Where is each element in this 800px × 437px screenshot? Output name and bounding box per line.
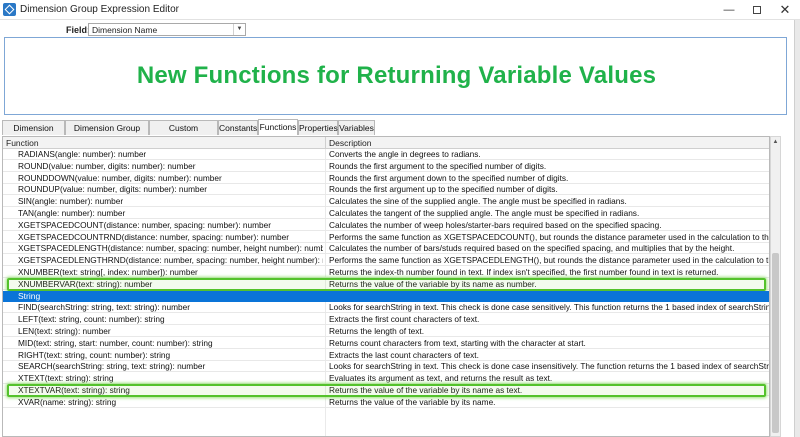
table-row[interactable]: ROUND(value: number, digits: number): nu… [3, 161, 769, 172]
function-signature: XNUMBER(text: string[, index: number]): … [18, 267, 198, 277]
table-row[interactable]: XNUMBER(text: string[, index: number]): … [3, 267, 769, 278]
tab-functions[interactable]: Functions [258, 119, 298, 135]
table-row[interactable]: RIGHT(text: string, count: number): stri… [3, 350, 769, 361]
field-label: Field: [66, 25, 90, 35]
table-row[interactable]: SEARCH(searchString: string, text: strin… [3, 361, 769, 373]
close-button[interactable]: ✕ [771, 0, 799, 20]
chevron-down-icon[interactable]: ▼ [233, 24, 245, 35]
table-row[interactable]: XGETSPACEDLENGTHRND(distance: number, sp… [3, 255, 769, 267]
function-signature: RADIANS(angle: number): number [18, 149, 147, 159]
table-row[interactable]: ROUNDDOWN(value: number, digits: number)… [3, 173, 769, 184]
function-description: Looks for searchString in text. This che… [329, 361, 769, 372]
expression-editor[interactable]: New Functions for Returning Variable Val… [4, 37, 787, 115]
column-header-function[interactable]: Function [6, 138, 39, 148]
table-row[interactable]: FIND(searchString: string, text: string)… [3, 302, 769, 314]
function-signature: ROUNDDOWN(value: number, digits: number)… [18, 172, 222, 183]
table-row[interactable]: XGETSPACEDLENGTH(distance: number, spaci… [3, 243, 769, 255]
table-row[interactable]: MID(text: string, start: number, count: … [3, 338, 769, 349]
table-row[interactable]: XVAR(name: string): string Returns the va… [3, 397, 769, 408]
table-row[interactable]: XTEXT(text: string): string Evaluates its… [3, 373, 769, 385]
scroll-up-icon[interactable]: ▲ [771, 139, 780, 145]
function-description: Evaluates its argument as text, and retu… [329, 373, 553, 384]
function-description: Converts the angle in degrees to radians… [329, 149, 481, 159]
vertical-scrollbar[interactable]: ▲ [770, 136, 781, 437]
function-signature: FIND(searchString: string, text: string)… [18, 302, 190, 313]
function-signature: LEFT(text: string, count: number): strin… [18, 314, 165, 325]
table-row[interactable]: XGETSPACEDCOUNTRND(distance: number, spa… [3, 232, 769, 243]
function-description: Rounds the first argument to the specifi… [329, 160, 547, 171]
highlight-outline [7, 277, 766, 291]
table-row[interactable]: RADIANS(angle: number): number Converts t… [3, 149, 769, 160]
table-row[interactable]: ROUNDUP(value: number, digits: number): … [3, 184, 769, 196]
table-row[interactable]: TAN(angle: number): number Calculates the… [3, 208, 769, 219]
function-description: Calculates the tangent of the supplied a… [329, 208, 640, 218]
function-signature: SIN(angle: number): number [18, 196, 124, 207]
tab-variables[interactable]: Variables [338, 120, 375, 135]
function-description: Performs the same function as XGETSPACED… [329, 255, 769, 266]
table-row[interactable]: SIN(angle: number): number Calculates the… [3, 196, 769, 208]
functions-grid[interactable]: Function Description RADIANS(angle: numb… [2, 136, 770, 437]
function-description: Returns count characters from text, star… [329, 337, 586, 348]
function-description: Rounds the first argument down to the sp… [329, 172, 569, 183]
function-description: Extracts the last count characters of te… [329, 349, 479, 360]
tab-dimension-fields[interactable]: Dimension Fields [2, 120, 65, 147]
function-description: Extracts the first count characters of t… [329, 314, 480, 325]
function-signature: XGETSPACEDLENGTHRND(distance: number, sp… [18, 255, 323, 266]
tab-constants[interactable]: Constants [218, 120, 258, 135]
maximize-button[interactable] [743, 0, 771, 20]
function-description: Returns the length of text. [329, 326, 425, 336]
column-divider[interactable] [325, 137, 326, 149]
function-description: Returns the index-th number found in tex… [329, 267, 719, 277]
function-signature: TAN(angle: number): number [18, 208, 126, 218]
function-signature: XGETSPACEDLENGTH(distance: number, spaci… [18, 243, 323, 254]
function-signature: SEARCH(searchString: string, text: strin… [18, 361, 206, 372]
function-signature: XGETSPACEDCOUNT(distance: number, spacin… [18, 219, 271, 230]
maximize-icon [753, 6, 761, 15]
tab-custom-quantities[interactable]: Custom Quantities [149, 120, 218, 147]
headline-text: New Functions for Returning Variable Val… [136, 62, 657, 89]
function-signature: RIGHT(text: string, count: number): stri… [18, 349, 171, 360]
function-description: Looks for searchString in text. This che… [329, 302, 769, 313]
function-signature: MID(text: string, start: number, count: … [18, 337, 213, 348]
tab-properties[interactable]: Properties [298, 120, 338, 135]
grid-header: Function Description [3, 137, 769, 149]
column-header-description[interactable]: Description [329, 138, 372, 148]
function-signature: ROUND(value: number, digits: number): nu… [18, 160, 196, 171]
table-row[interactable]: XGETSPACEDCOUNT(distance: number, spacin… [3, 220, 769, 231]
minimize-button[interactable]: — [715, 0, 743, 20]
scroll-thumb[interactable] [772, 253, 779, 433]
field-dropdown[interactable]: Dimension Name ▼ [88, 23, 246, 36]
function-description: Returns the value of the variable by its… [329, 396, 496, 407]
table-row[interactable]: LEN(text: string): number Returns the len… [3, 326, 769, 337]
function-signature: XGETSPACEDCOUNTRND(distance: number, spa… [18, 231, 289, 242]
function-description: Performs the same function as XGETSPACED… [329, 231, 769, 242]
group-label: String [18, 290, 41, 301]
group-row-string[interactable]: String [3, 290, 769, 302]
field-dropdown-value: Dimension Name [92, 25, 158, 35]
function-signature: LEN(text: string): number [18, 326, 111, 336]
title-bar: Dimension Group Expression Editor — ✕ [0, 0, 800, 20]
tab-dimension-group-fields[interactable]: Dimension Group Fields [65, 120, 149, 147]
function-description: Calculates the sine of the supplied angl… [329, 196, 627, 207]
function-signature: XVAR(name: string): string [18, 396, 117, 407]
highlight-outline [7, 384, 766, 397]
function-description: Rounds the first argument up to the spec… [329, 184, 558, 195]
function-signature: XTEXT(text: string): string [18, 373, 114, 384]
window-title: Dimension Group Expression Editor [20, 4, 179, 15]
window-edge [794, 20, 800, 437]
function-description: Calculates the number of weep holes/star… [329, 219, 662, 230]
table-row[interactable]: LEFT(text: string, count: number): strin… [3, 314, 769, 326]
function-signature: ROUNDUP(value: number, digits: number): … [18, 184, 208, 195]
function-description: Calculates the number of bars/studs requ… [329, 243, 735, 254]
app-icon [3, 3, 16, 16]
